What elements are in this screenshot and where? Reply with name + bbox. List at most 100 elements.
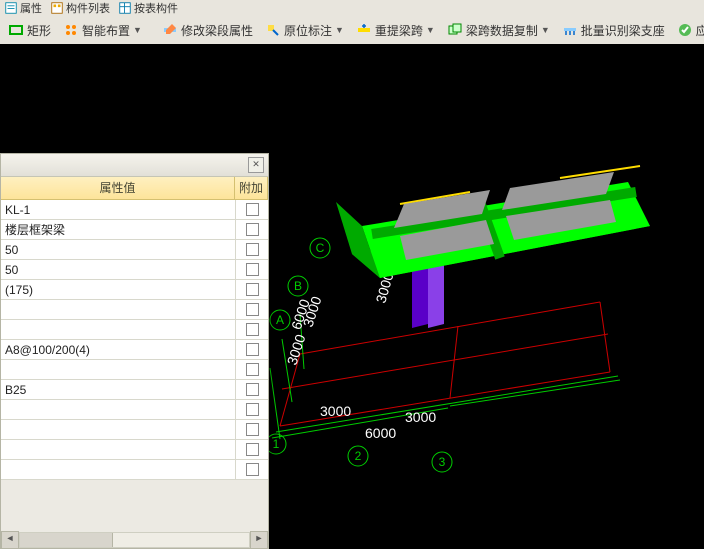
table-row[interactable] [1,440,268,460]
dropdown-icon: ▼ [426,25,435,35]
checkbox[interactable] [246,383,259,396]
checkbox[interactable] [246,263,259,276]
table-row[interactable] [1,400,268,420]
top-label: 构件列表 [66,0,110,16]
cell-checkbox[interactable] [235,280,268,299]
tool-position-label[interactable]: 原位标注 ▼ [261,20,348,41]
table-row[interactable] [1,420,268,440]
svg-text:6000: 6000 [365,425,396,441]
toolbar-top: 属性 构件列表 按表构件 [0,0,704,17]
tool-label: 梁跨数据复制 [466,22,538,39]
cell-value[interactable]: KL-1 [1,203,235,217]
tool-label: 应用 [696,22,704,39]
cell-checkbox[interactable] [235,260,268,279]
table-row[interactable]: KL-1 [1,200,268,220]
svg-text:3000: 3000 [284,332,309,367]
table-icon [118,1,132,15]
checkbox[interactable] [246,363,259,376]
grid-body: KL-1 楼层框架梁 50 50 (175) A8@100/200(4) B25 [1,200,268,480]
cell-checkbox[interactable] [235,240,268,259]
checkbox[interactable] [246,343,259,356]
svg-text:B: B [294,279,302,293]
scrollbar-horizontal[interactable]: ◄ ► [1,532,268,548]
cell-checkbox[interactable] [235,440,268,459]
cell-value[interactable]: (175) [1,283,235,297]
scroll-left-button[interactable]: ◄ [1,531,19,549]
scroll-right-button[interactable]: ► [250,531,268,549]
table-row[interactable] [1,300,268,320]
position-label-icon [265,22,281,38]
svg-text:A: A [276,313,284,327]
cell-checkbox[interactable] [235,320,268,339]
table-row[interactable]: (175) [1,280,268,300]
cell-checkbox[interactable] [235,300,268,319]
top-btn-table[interactable]: 按表构件 [114,0,182,16]
cell-checkbox[interactable] [235,420,268,439]
tool-edit-beam-props[interactable]: 修改梁段属性 [158,20,257,41]
apply-icon [677,22,693,38]
cell-checkbox[interactable] [235,200,268,219]
checkbox[interactable] [246,223,259,236]
svg-text:C: C [316,241,325,255]
checkbox[interactable] [246,423,259,436]
checkbox[interactable] [246,303,259,316]
checkbox[interactable] [246,323,259,336]
cell-value[interactable]: 50 [1,243,235,257]
cell-checkbox[interactable] [235,340,268,359]
table-row[interactable] [1,460,268,480]
table-row[interactable]: A8@100/200(4) [1,340,268,360]
cell-value[interactable]: 50 [1,263,235,277]
table-row[interactable]: 楼层框架梁 [1,220,268,240]
toolbar-main: 矩形 智能布置 ▼ 修改梁段属性 原位标注 ▼ 重提梁跨 ▼ 梁跨数据复制 ▼ … [0,16,704,45]
checkbox[interactable] [246,243,259,256]
checkbox[interactable] [246,283,259,296]
tool-label: 修改梁段属性 [181,22,253,39]
smart-layout-icon [63,22,79,38]
grid-header: 属性值 附加 [1,177,268,200]
cell-checkbox[interactable] [235,400,268,419]
batch-support-icon [562,22,578,38]
edit-beam-icon [162,22,178,38]
top-btn-properties[interactable]: 属性 [0,0,46,16]
tool-label: 批量识别梁支座 [581,22,665,39]
tool-batch-identify-support[interactable]: 批量识别梁支座 [558,20,669,41]
checkbox[interactable] [246,463,259,476]
svg-text:1: 1 [273,437,280,451]
properties-icon [4,1,18,15]
cell-checkbox[interactable] [235,220,268,239]
svg-text:3000: 3000 [320,403,351,419]
panel-titlebar[interactable]: ✕ [1,154,268,177]
table-row[interactable]: 50 [1,260,268,280]
tool-label: 重提梁跨 [375,22,423,39]
dropdown-icon: ▼ [133,25,142,35]
scroll-track[interactable] [19,532,250,548]
tool-smart-layout[interactable]: 智能布置 ▼ [59,20,146,41]
table-row[interactable]: 50 [1,240,268,260]
panel-close-button[interactable]: ✕ [248,157,264,173]
checkbox[interactable] [246,443,259,456]
dropdown-icon: ▼ [335,25,344,35]
cell-checkbox[interactable] [235,380,268,399]
tool-label: 原位标注 [284,22,332,39]
svg-text:3: 3 [439,455,446,469]
cell-value[interactable]: A8@100/200(4) [1,343,235,357]
tool-reextract-span[interactable]: 重提梁跨 ▼ [352,20,439,41]
tool-apply[interactable]: 应用 [673,20,704,41]
dropdown-icon: ▼ [541,25,550,35]
cell-value[interactable]: B25 [1,383,235,397]
cell-checkbox[interactable] [235,360,268,379]
table-row[interactable] [1,360,268,380]
checkbox[interactable] [246,203,259,216]
cell-value[interactable]: 楼层框架梁 [1,221,235,238]
tool-copy-span-data[interactable]: 梁跨数据复制 ▼ [443,20,554,41]
tool-label: 智能布置 [82,22,130,39]
table-row[interactable] [1,320,268,340]
table-row[interactable]: B25 [1,380,268,400]
tool-label: 矩形 [27,22,51,39]
checkbox[interactable] [246,403,259,416]
cell-checkbox[interactable] [235,460,268,479]
tool-rectangle[interactable]: 矩形 [4,20,55,41]
scroll-thumb[interactable] [20,533,113,547]
top-btn-list[interactable]: 构件列表 [46,0,114,16]
svg-text:3000: 3000 [405,409,436,425]
